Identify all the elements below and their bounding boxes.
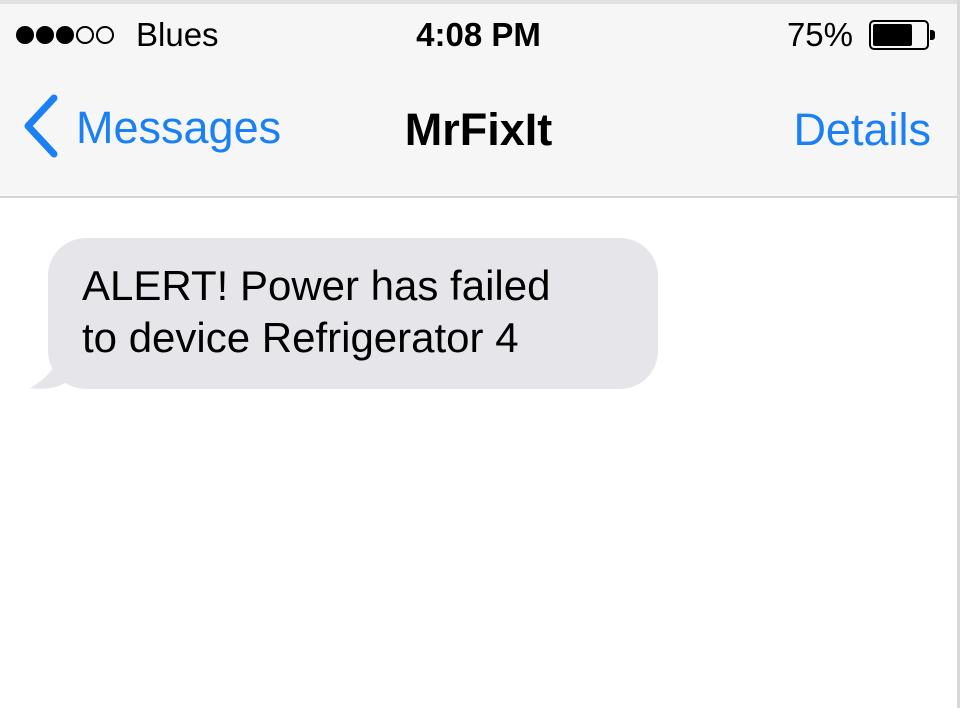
battery-icon <box>869 20 935 50</box>
details-button[interactable]: Details <box>793 104 931 156</box>
battery-percentage: 75% <box>786 16 853 53</box>
status-bar: Blues 4:08 PM 75% <box>0 4 957 64</box>
incoming-message-bubble[interactable]: ALERT! Power has failed to device Refrig… <box>48 238 658 389</box>
message-text: ALERT! Power has failed to device Refrig… <box>82 262 551 361</box>
navigation-bar: Messages MrFixIt Details <box>0 64 957 196</box>
battery-level-fill <box>873 24 912 46</box>
header: Blues 4:08 PM 75% Messages MrFixIt Detai… <box>0 4 957 198</box>
